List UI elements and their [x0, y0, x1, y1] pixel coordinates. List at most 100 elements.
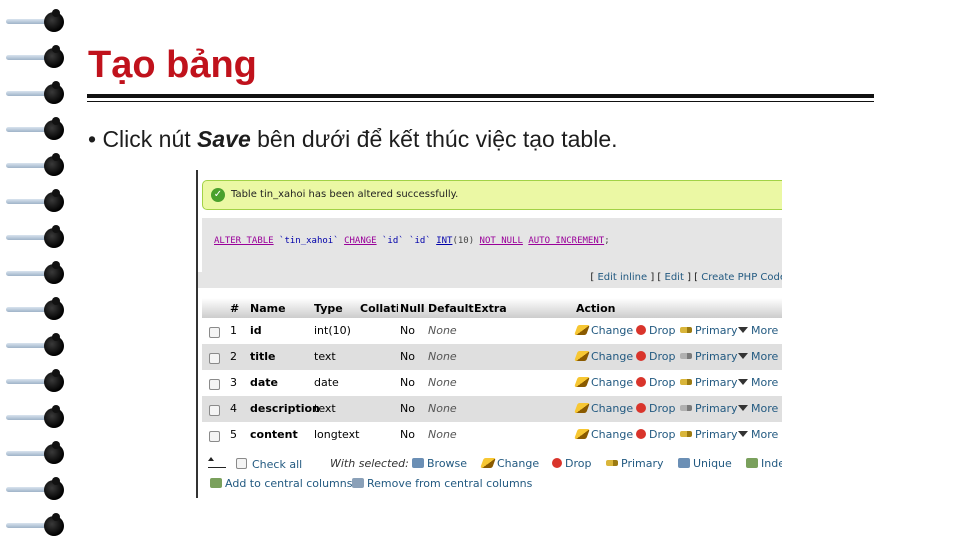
binding-ring [6, 153, 66, 176]
key-icon [680, 353, 692, 359]
drop-icon [636, 429, 646, 439]
column-header-name[interactable]: Name [250, 302, 286, 315]
drop-action[interactable]: Drop [636, 350, 675, 363]
column-header-default[interactable]: Default [428, 302, 474, 315]
add-columns-icon [210, 478, 222, 488]
bulk-unique-button[interactable]: Unique [678, 457, 732, 470]
binding-ring [6, 333, 66, 356]
slide-title: Tạo bảng [88, 44, 257, 86]
sql-keyword[interactable]: INT [436, 236, 452, 246]
pencil-icon [574, 325, 590, 335]
primary-action[interactable]: Primary [680, 402, 738, 415]
bulk-index-button[interactable]: Index [746, 457, 782, 470]
sql-keyword[interactable]: CHANGE [344, 236, 377, 246]
primary-label: Primary [695, 428, 738, 441]
column-header-collation[interactable]: Collation [360, 302, 398, 315]
drop-action[interactable]: Drop [636, 428, 675, 441]
bulk-change-button[interactable]: Change [480, 457, 539, 470]
binding-ring [6, 513, 66, 536]
column-default: None [428, 428, 457, 441]
row-number: 2 [230, 350, 237, 363]
binding-ring [6, 477, 66, 500]
more-action[interactable]: More [738, 376, 778, 389]
column-name: description [250, 402, 320, 415]
change-action[interactable]: Change [574, 324, 633, 337]
drop-label: Drop [649, 350, 676, 363]
column-header-null[interactable]: Null [400, 302, 425, 315]
bulk-primary-button[interactable]: Primary [606, 457, 664, 470]
check-all-label[interactable]: Check all [252, 458, 302, 471]
index-icon [746, 458, 758, 468]
query-links: [ Edit inline ] [ Edit ] [ Create PHP Co… [198, 272, 782, 288]
sql-text: (10) [452, 236, 480, 246]
more-action[interactable]: More [738, 428, 778, 441]
bulk-drop-button[interactable]: Drop [552, 457, 591, 470]
row-checkbox[interactable] [209, 431, 220, 442]
sql-keyword[interactable]: AUTO_INCREMENT [528, 236, 604, 246]
drop-icon [552, 458, 562, 468]
column-type: date [314, 376, 339, 389]
column-name: content [250, 428, 298, 441]
edit-inline-link[interactable]: Edit inline [597, 272, 647, 283]
create-php-code-link[interactable]: Create PHP Code [701, 272, 782, 283]
phpmyadmin-screenshot: ✓ Table tin_xahoi has been altered succe… [196, 170, 782, 498]
bulk-browse-button[interactable]: Browse [412, 457, 467, 470]
primary-label: Primary [695, 402, 738, 415]
drop-action[interactable]: Drop [636, 402, 675, 415]
sql-keyword[interactable]: ALTER TABLE [214, 236, 274, 246]
column-header-type[interactable]: Type [314, 302, 343, 315]
primary-action[interactable]: Primary [680, 324, 738, 337]
column-type: longtext [314, 428, 360, 441]
success-message: Table tin_xahoi has been altered success… [231, 189, 459, 200]
row-checkbox[interactable] [209, 353, 220, 364]
pencil-icon [574, 377, 590, 387]
drop-icon [636, 403, 646, 413]
remove-central-columns-button[interactable]: Remove from central columns [352, 477, 532, 490]
column-type: text [314, 402, 336, 415]
bracket: ] [ [683, 272, 702, 283]
column-header-extra[interactable]: Extra [474, 302, 507, 315]
column-null: No [400, 428, 415, 441]
more-action[interactable]: More [738, 350, 778, 363]
row-checkbox[interactable] [209, 327, 220, 338]
row-checkbox[interactable] [209, 379, 220, 390]
column-type: int(10) [314, 324, 351, 337]
change-action[interactable]: Change [574, 428, 633, 441]
add-central-columns-button[interactable]: Add to central columns [210, 477, 352, 490]
unique-icon [678, 458, 690, 468]
drop-action[interactable]: Drop [636, 324, 675, 337]
check-all-checkbox[interactable] [236, 458, 247, 469]
more-action[interactable]: More [738, 324, 778, 337]
primary-label: Primary [695, 350, 738, 363]
more-label: More [751, 376, 779, 389]
drop-label: Drop [649, 402, 676, 415]
key-icon [680, 327, 692, 333]
row-checkbox[interactable] [209, 405, 220, 416]
change-action[interactable]: Change [574, 402, 633, 415]
drop-icon [636, 351, 646, 361]
primary-action[interactable]: Primary [680, 376, 738, 389]
drop-icon [636, 377, 646, 387]
sql-query: ALTER TABLE `tin_xahoi` CHANGE `id` `id`… [214, 236, 610, 246]
change-action[interactable]: Change [574, 350, 633, 363]
bracket: ] [ [647, 272, 665, 283]
save-keyword: Save [197, 126, 251, 152]
column-default: None [428, 324, 457, 337]
remove-columns-icon [352, 478, 364, 488]
drop-action[interactable]: Drop [636, 376, 675, 389]
dropdown-arrow-icon [738, 431, 748, 437]
binding-ring [6, 45, 66, 68]
index-label: Index [761, 457, 782, 470]
more-label: More [751, 350, 779, 363]
sql-text: `id` `id` [376, 236, 437, 246]
more-action[interactable]: More [738, 402, 778, 415]
arrow-up-icon [208, 457, 226, 471]
binding-ring [6, 369, 66, 392]
dropdown-arrow-icon [738, 379, 748, 385]
primary-action[interactable]: Primary [680, 428, 738, 441]
key-icon [680, 405, 692, 411]
change-action[interactable]: Change [574, 376, 633, 389]
primary-action[interactable]: Primary [680, 350, 738, 363]
sql-keyword[interactable]: NOT NULL [480, 236, 523, 246]
edit-link[interactable]: Edit [665, 272, 684, 283]
